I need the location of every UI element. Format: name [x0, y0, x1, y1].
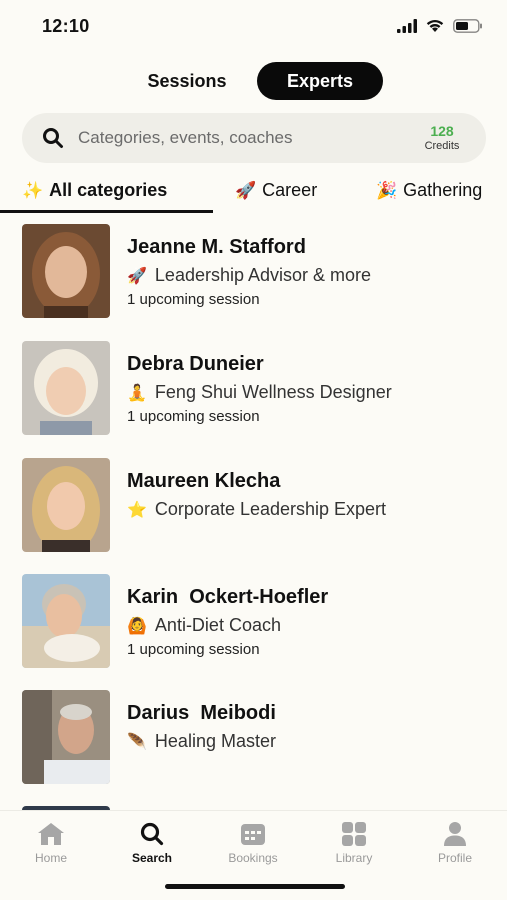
status-icons [397, 18, 483, 38]
meditation-icon: 🧘 [127, 385, 147, 402]
expert-upcoming-sessions: 1 upcoming session [127, 291, 260, 308]
status-time: 12:10 [42, 16, 90, 36]
nav-bookings-label: Bookings [228, 851, 278, 865]
star-icon: ⭐ [127, 502, 147, 519]
expert-row-karin-ockert-hoefler[interactable]: Karin Ockert-Hoefler 🙆 Anti-Diet Coach 1 … [0, 574, 507, 670]
rocket-icon: 🚀 [235, 181, 257, 200]
sparkles-icon: ✨ [22, 181, 44, 200]
expert-row-debra-duneier[interactable]: Debra Duneier 🧘 Feng Shui Wellness Design… [0, 341, 507, 437]
app-screen: 12:10 Sessions Experts Categories, event… [0, 0, 507, 900]
grid-icon [342, 822, 366, 846]
expert-name: Debra Duneier [127, 353, 264, 375]
category-tab-label: All categories [49, 180, 168, 200]
rocket-icon: 🚀 [127, 268, 147, 285]
credits-label: Credits [424, 140, 460, 152]
party-popper-icon: 🎉 [376, 181, 398, 200]
expert-title-text: Feng Shui Wellness Designer [154, 382, 392, 402]
calendar-icon [241, 824, 265, 845]
nav-search[interactable]: Search [112, 821, 192, 865]
category-tab-label: Gathering [403, 180, 483, 200]
nav-profile-label: Profile [437, 851, 472, 865]
tab-sessions[interactable]: Sessions [126, 62, 248, 100]
expert-name: Karin Ockert-Hoefler [127, 586, 329, 608]
expert-upcoming-sessions: 1 upcoming session [127, 641, 260, 658]
expert-name: Maureen Klecha [127, 470, 281, 492]
expert-upcoming-sessions: 1 upcoming session [127, 408, 260, 425]
category-tab-gathering[interactable]: 🎉 Gathering [376, 172, 482, 212]
nav-library[interactable]: Library [314, 821, 394, 865]
category-tab-all[interactable]: ✨ All categories [22, 172, 167, 212]
search-icon [140, 822, 164, 846]
expert-row-jeanne-stafford[interactable]: Jeanne M. Stafford 🚀 Leadership Advisor &… [0, 224, 507, 320]
expert-title-text: Leadership Advisor & more [154, 265, 372, 285]
wifi-icon [425, 18, 445, 38]
cellular-signal-icon [397, 18, 417, 38]
credits-badge[interactable]: 128 Credits [418, 123, 466, 153]
expert-list: Jeanne M. Stafford 🚀 Leadership Advisor &… [0, 224, 507, 810]
expert-title-text: Healing Master [154, 731, 276, 751]
expert-title: 🚀 Leadership Advisor & more [127, 265, 371, 286]
feather-icon: 🪶 [127, 734, 147, 751]
nav-search-label: Search [131, 851, 173, 865]
category-tab-label: Career [262, 180, 318, 200]
expert-title-text: Corporate Leadership Expert [154, 499, 387, 519]
nav-home[interactable]: Home [11, 821, 91, 865]
avatar [22, 574, 110, 668]
expert-name: Darius Meibodi [127, 702, 276, 724]
expert-title-text: Anti-Diet Coach [154, 615, 281, 635]
expert-title: 🧘 Feng Shui Wellness Designer [127, 382, 392, 403]
status-bar: 12:10 [0, 0, 507, 54]
avatar [22, 224, 110, 318]
nav-profile[interactable]: Profile [415, 821, 495, 865]
expert-row-darius-meibodi[interactable]: Darius Meibodi 🪶 Healing Master [0, 690, 507, 786]
home-icon [38, 823, 64, 845]
view-segmented-control: Sessions Experts [0, 62, 507, 100]
category-tab-career[interactable]: 🚀 Career [235, 172, 317, 212]
search-input[interactable] [78, 123, 378, 153]
home-indicator [165, 884, 345, 889]
expert-row-maureen-klecha[interactable]: Maureen Klecha ⭐ Corporate Leadership Exp… [0, 458, 507, 554]
expert-title: ⭐ Corporate Leadership Expert [127, 499, 386, 520]
search-bar[interactable]: 128 Credits [22, 113, 486, 163]
tab-experts[interactable]: Experts [257, 62, 383, 100]
avatar [22, 341, 110, 435]
expert-title: 🙆 Anti-Diet Coach [127, 615, 281, 636]
expert-name: Jeanne M. Stafford [127, 236, 306, 258]
expert-title: 🪶 Healing Master [127, 731, 276, 752]
search-icon [42, 127, 64, 149]
gesture-icon: 🙆 [127, 618, 147, 635]
avatar [22, 690, 110, 784]
user-icon [444, 822, 466, 846]
active-tab-indicator [0, 210, 213, 213]
category-tabs: ✨ All categories 🚀 Career 🎉 Gathering [0, 172, 507, 214]
avatar [22, 458, 110, 552]
battery-icon [453, 18, 483, 38]
nav-library-label: Library [335, 851, 373, 865]
nav-bookings[interactable]: Bookings [213, 821, 293, 865]
credits-value: 128 [430, 123, 454, 139]
nav-home-label: Home [34, 851, 67, 865]
